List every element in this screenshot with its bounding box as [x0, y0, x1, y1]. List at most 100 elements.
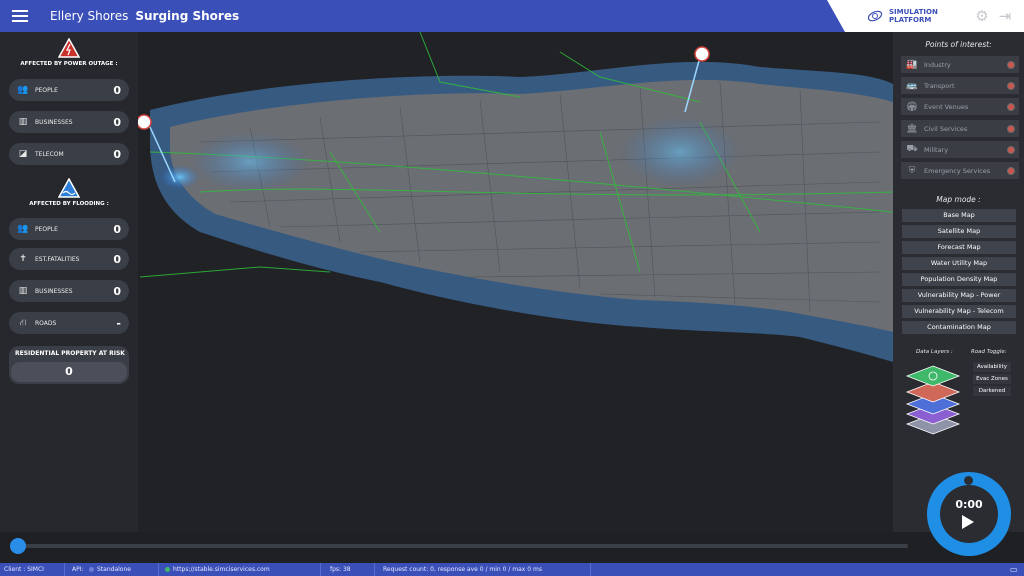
roads-icon: ⛙: [19, 317, 27, 328]
map-mode-forecast[interactable]: Forecast Map: [902, 241, 1016, 254]
timeline-bar: [0, 532, 1024, 563]
map-rendering: [136, 31, 894, 362]
flood-warning-icon: [58, 178, 80, 198]
road-toggle-availability[interactable]: Availability: [973, 362, 1011, 372]
poi-label: Civil Services: [924, 124, 968, 133]
platform-badge: SIMULATION PLATFORM ⚙ ⇥: [827, 0, 1024, 32]
map-mode-base[interactable]: Base Map: [902, 209, 1016, 222]
residential-risk-card: RESIDENTIAL PROPERTY AT RISK 0: [9, 346, 129, 384]
stat-value: 0: [113, 222, 121, 236]
left-stats-panel: AFFECTED BY POWER OUTAGE : 👥 PEOPLE 0 ▥ …: [0, 32, 138, 532]
map-mode-title: Map mode :: [936, 195, 981, 204]
stat-value: 0: [113, 284, 121, 298]
poi-civil-services[interactable]: 🏛 Civil Services: [901, 120, 1019, 138]
map-marker: [694, 46, 710, 62]
flood-businesses-stat: ▥ BUSINESSES 0: [9, 280, 129, 302]
poi-event-venues[interactable]: 🏟 Event Venues: [901, 98, 1019, 116]
city-map[interactable]: [0, 31, 1024, 532]
power-outage-title: AFFECTED BY POWER OUTAGE :: [20, 61, 118, 67]
app-root: Ellery Shores Surging Shores SIMULATION …: [0, 0, 1024, 576]
road-toggle-evac-zones[interactable]: Evac Zones: [973, 374, 1011, 384]
request-stats: Request count: 0, response ave 0 / min 0…: [383, 566, 542, 573]
stat-label: PEOPLE: [35, 225, 58, 233]
civil-services-icon: 🏛: [906, 123, 918, 134]
poi-title: Points of interest:: [925, 40, 992, 49]
stat-value: -: [116, 316, 121, 330]
flooding-header: AFFECTED BY FLOODING :: [0, 178, 138, 207]
businesses-icon: ▥: [18, 286, 28, 296]
stat-value: 0: [113, 147, 121, 161]
stat-value: 0: [113, 83, 121, 97]
power-telecom-stat: ◪ TELECOM 0: [9, 143, 129, 165]
emergency-services-icon: ⛨: [908, 165, 916, 176]
top-header: Ellery Shores Surging Shores SIMULATION …: [0, 0, 1024, 32]
api-status: Standalone: [89, 566, 131, 573]
timeline-scrubber[interactable]: [10, 538, 26, 554]
poi-emergency-services[interactable]: ⛨ Emergency Services: [901, 162, 1019, 180]
monitor-icon[interactable]: ▭: [1010, 565, 1018, 574]
power-warning-icon: [58, 38, 80, 58]
scenario-title: Surging Shores: [135, 9, 240, 23]
map-mode-vulnerability-power[interactable]: Vulnerability Map - Power: [902, 289, 1016, 302]
stat-value: 0: [113, 252, 121, 266]
poi-toggle[interactable]: [1007, 81, 1015, 90]
road-toggle-label: Road Toggle:: [971, 349, 1007, 355]
right-control-panel: Points of interest: 🏭 Industry 🚌 Transpo…: [893, 32, 1024, 532]
platform-label: SIMULATION PLATFORM: [889, 8, 938, 24]
poi-toggle[interactable]: [1007, 166, 1015, 175]
residential-risk-value: 0: [11, 362, 127, 382]
settings-gear-icon[interactable]: ⚙: [974, 8, 990, 24]
stat-label: BUSINESSES: [35, 118, 73, 126]
stat-label: PEOPLE: [35, 86, 58, 94]
flood-roads-stat: ⛙ ROADS -: [9, 312, 129, 334]
stat-label: EST.FATALITIES: [35, 255, 80, 263]
fatalities-icon: ✝: [19, 254, 27, 264]
timeline-track[interactable]: [14, 544, 908, 548]
poi-toggle[interactable]: [1007, 124, 1015, 133]
poi-industry[interactable]: 🏭 Industry: [901, 56, 1019, 74]
playback-widget: 0:00: [927, 472, 1011, 556]
map-mode-vulnerability-telecom[interactable]: Vulnerability Map - Telecom: [902, 305, 1016, 318]
fps-readout: fps: 38: [330, 566, 351, 573]
telecom-icon: ◪: [18, 149, 28, 159]
poi-military[interactable]: ⛟ Military: [901, 141, 1019, 159]
flood-people-stat: 👥 PEOPLE 0: [9, 218, 129, 240]
people-icon: 👥: [17, 85, 29, 95]
industry-icon: 🏭: [906, 59, 918, 70]
data-layers-label: Data Layers :: [916, 349, 953, 355]
map-mode-population-density[interactable]: Population Density Map: [902, 273, 1016, 286]
people-icon: 👥: [17, 224, 29, 234]
api-value: Standalone: [97, 566, 131, 573]
platform-logo-icon: [867, 10, 883, 22]
hamburger-menu-button[interactable]: [0, 0, 40, 32]
road-toggle-darkened[interactable]: Darkened: [973, 386, 1011, 396]
server-url[interactable]: https://stable.simciservices.com: [165, 566, 270, 573]
playback-inner: 0:00: [940, 485, 998, 543]
poi-label: Emergency Services: [924, 166, 991, 175]
power-businesses-stat: ▥ BUSINESSES 0: [9, 111, 129, 133]
residential-risk-label: RESIDENTIAL PROPERTY AT RISK: [15, 350, 125, 357]
status-dot-icon: [89, 567, 94, 572]
businesses-icon: ▥: [18, 117, 28, 127]
map-mode-contamination[interactable]: Contamination Map: [902, 321, 1016, 334]
poi-toggle[interactable]: [1007, 145, 1015, 154]
map-marker: [136, 114, 152, 130]
status-dot-icon: [165, 567, 170, 572]
poi-transport[interactable]: 🚌 Transport: [901, 77, 1019, 95]
event-venues-icon: 🏟: [906, 101, 918, 112]
poi-toggle[interactable]: [1007, 102, 1015, 111]
poi-label: Event Venues: [924, 102, 969, 111]
play-button[interactable]: [962, 515, 974, 529]
playback-time: 0:00: [955, 498, 983, 511]
logout-icon[interactable]: ⇥: [997, 8, 1013, 24]
map-mode-water-utility[interactable]: Water Utility Map: [902, 257, 1016, 270]
poi-toggle[interactable]: [1007, 60, 1015, 69]
status-bar: Client : SIMCI API: Standalone https://s…: [0, 563, 1024, 576]
transport-icon: 🚌: [906, 80, 918, 91]
api-label: API:: [72, 566, 84, 573]
flood-fatalities-stat: ✝ EST.FATALITIES 0: [9, 248, 129, 270]
stat-label: TELECOM: [35, 150, 64, 158]
data-layers-stack-icon[interactable]: [905, 360, 961, 438]
playback-dial-knob[interactable]: [964, 476, 973, 485]
map-mode-satellite[interactable]: Satellite Map: [902, 225, 1016, 238]
